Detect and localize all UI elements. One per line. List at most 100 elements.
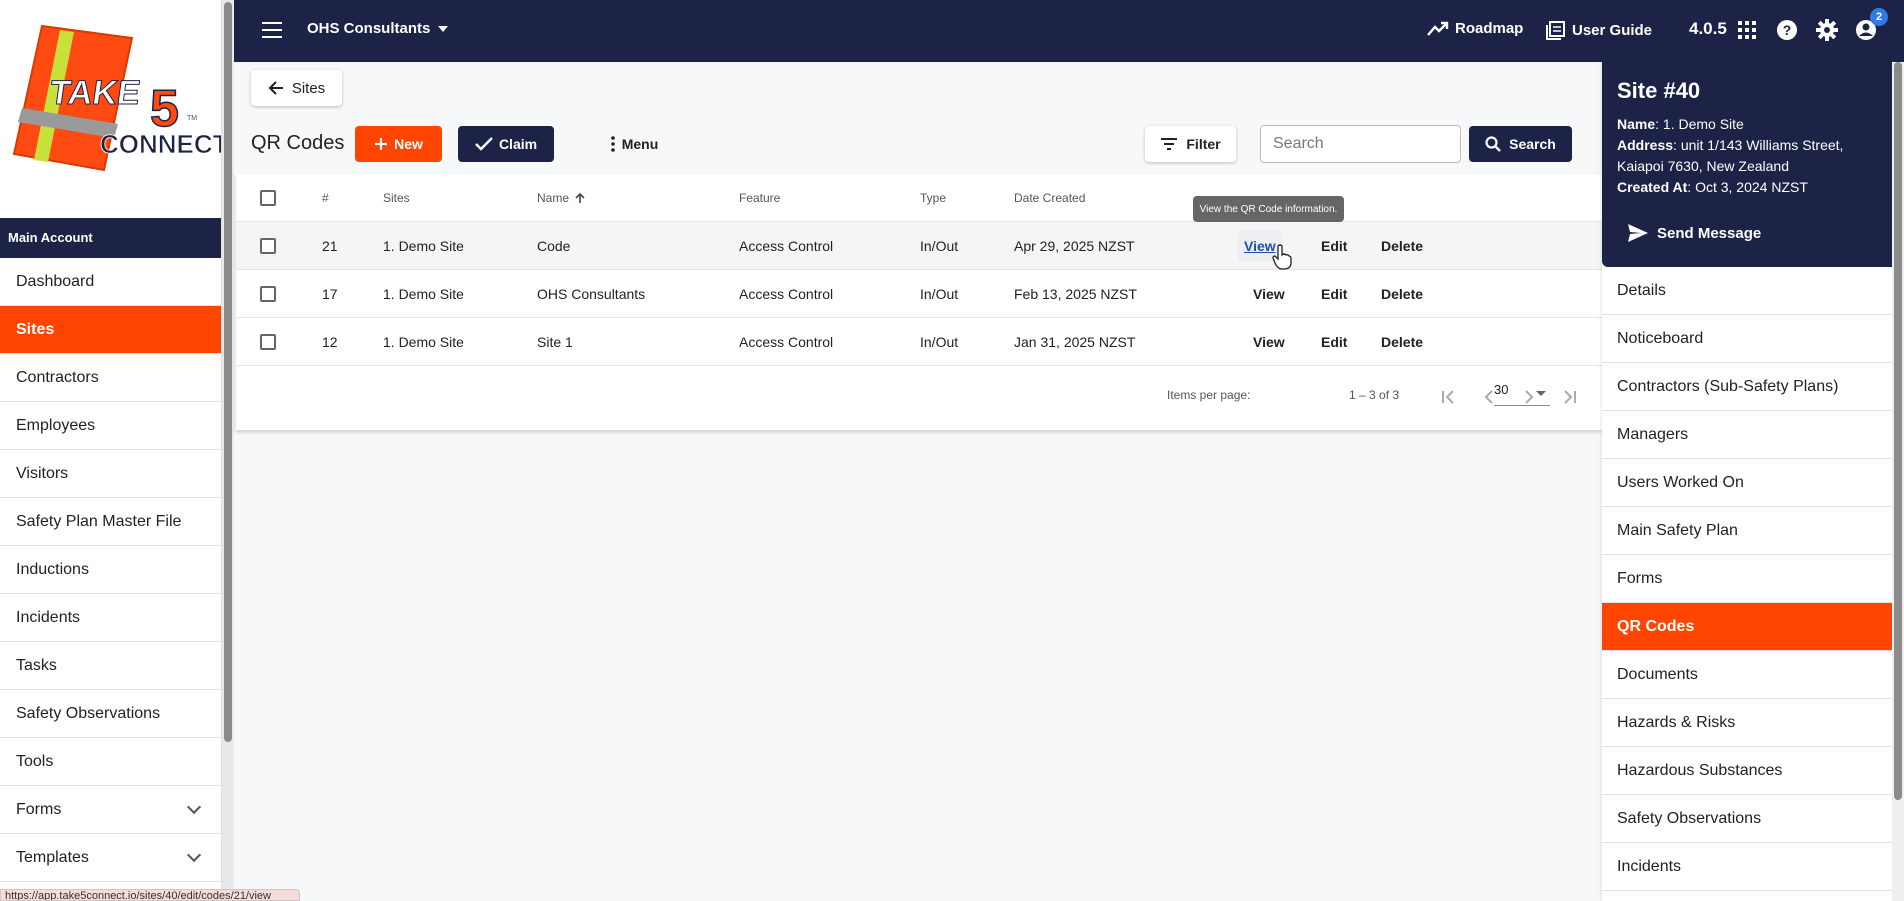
delete-button[interactable]: Delete (1381, 238, 1423, 254)
column-header-number[interactable]: # (322, 174, 329, 222)
sidebar-item-tasks[interactable]: Tasks (0, 642, 221, 690)
site-nav-incidents[interactable]: Incidents (1602, 843, 1892, 891)
table-row[interactable]: 12 1. Demo Site Site 1 Access Control In… (236, 318, 1602, 366)
site-nav-documents[interactable]: Documents (1602, 651, 1892, 699)
search-input[interactable] (1260, 125, 1461, 163)
site-nav-main-safety-plan[interactable]: Main Safety Plan (1602, 507, 1892, 555)
sidebar-item-safety-observations[interactable]: Safety Observations (0, 690, 221, 738)
sidebar-item-label: Inductions (16, 560, 89, 578)
last-page-icon[interactable] (1558, 386, 1580, 408)
edit-button[interactable]: Edit (1321, 334, 1347, 350)
org-selector[interactable]: OHS Consultants (307, 20, 449, 37)
apps-grid-icon[interactable] (1735, 18, 1759, 42)
sort-ascending-icon (575, 192, 585, 203)
column-header-type[interactable]: Type (920, 174, 946, 222)
row-date-created: Apr 29, 2025 NZST (1014, 238, 1135, 254)
row-number: 12 (322, 334, 338, 350)
site-nav-hazardous-substances[interactable]: Hazardous Substances (1602, 747, 1892, 795)
next-page-icon[interactable] (1518, 386, 1540, 408)
sidebar-scrollbar[interactable] (222, 0, 234, 901)
gear-icon[interactable] (1815, 18, 1839, 42)
row-number: 17 (322, 286, 338, 302)
sidebar-item-employees[interactable]: Employees (0, 402, 221, 450)
help-icon[interactable]: ? (1775, 18, 1799, 42)
site-nav-safety-observations[interactable]: Safety Observations (1602, 795, 1892, 843)
site-nav-managers[interactable]: Managers (1602, 411, 1892, 459)
row-checkbox[interactable] (260, 238, 276, 254)
site-nav-forms[interactable]: Forms (1602, 555, 1892, 603)
view-button[interactable]: View (1253, 334, 1285, 350)
filter-button[interactable]: Filter (1145, 126, 1236, 162)
site-name-label: Name (1617, 116, 1656, 132)
app-version: 4.0.5 (1689, 19, 1727, 38)
first-page-icon[interactable] (1438, 386, 1460, 408)
column-header-feature[interactable]: Feature (739, 174, 780, 222)
send-message-button[interactable]: Send Message (1617, 223, 1877, 243)
panel-scrollbar-thumb[interactable] (1894, 62, 1902, 800)
edit-button[interactable]: Edit (1321, 238, 1347, 254)
top-bar: OHS Consultants Roadmap User Guide 4.0.5… (234, 0, 1904, 62)
column-header-sites[interactable]: Sites (383, 174, 410, 222)
sidebar-item-tools[interactable]: Tools (0, 738, 221, 786)
row-site: 1. Demo Site (383, 334, 464, 350)
site-name-line: Name: 1. Demo Site (1617, 116, 1744, 132)
previous-page-icon[interactable] (1478, 386, 1500, 408)
sidebar-item-label: Tasks (16, 656, 57, 674)
chevron-down-icon (186, 799, 202, 814)
org-name: OHS Consultants (307, 20, 431, 37)
table-row[interactable]: 17 1. Demo Site OHS Consultants Access C… (236, 270, 1602, 318)
site-nav-hazards-risks[interactable]: Hazards & Risks (1602, 699, 1892, 747)
logo-graphic: TAKE 5 CONNECT TM (12, 24, 221, 172)
delete-button[interactable]: Delete (1381, 334, 1423, 350)
select-all-checkbox[interactable] (260, 190, 276, 206)
edit-button[interactable]: Edit (1321, 286, 1347, 302)
sidebar-item-forms[interactable]: Forms (0, 786, 221, 834)
arrow-left-icon (268, 81, 283, 95)
back-to-sites-button[interactable]: Sites (251, 70, 342, 106)
user-guide-label: User Guide (1572, 21, 1653, 39)
column-header-date-created[interactable]: Date Created (1014, 174, 1085, 222)
user-guide-link[interactable]: User Guide (1546, 20, 1652, 40)
take5-connect-logo[interactable]: TAKE 5 CONNECT TM (0, 0, 221, 218)
notification-badge: 2 (1870, 8, 1888, 26)
site-nav-users-worked-on[interactable]: Users Worked On (1602, 459, 1892, 507)
delete-button[interactable]: Delete (1381, 286, 1423, 302)
view-button[interactable]: View (1253, 286, 1285, 302)
site-nav-details[interactable]: Details (1602, 267, 1892, 315)
hamburger-menu-icon[interactable] (262, 22, 282, 38)
row-checkbox[interactable] (260, 334, 276, 350)
new-button[interactable]: New (355, 126, 442, 162)
site-title: Site #40 (1617, 78, 1701, 103)
search-button[interactable]: Search (1469, 126, 1572, 162)
panel-scrollbar[interactable] (1892, 62, 1904, 901)
sidebar-item-incidents[interactable]: Incidents (0, 594, 221, 642)
roadmap-label: Roadmap (1455, 20, 1524, 37)
sidebar-item-safety-plan-master-file[interactable]: Safety Plan Master File (0, 498, 221, 546)
sidebar-item-templates[interactable]: Templates (0, 834, 221, 882)
sidebar-item-inductions[interactable]: Inductions (0, 546, 221, 594)
svg-text:TAKE: TAKE (47, 74, 142, 112)
site-nav-qr-codes[interactable]: QR Codes (1602, 603, 1892, 651)
sidebar-item-sites[interactable]: Sites (0, 306, 221, 354)
menu-button[interactable]: Menu (594, 126, 674, 162)
sidebar-item-contractors[interactable]: Contractors (0, 354, 221, 402)
view-tooltip: View the QR Code information. (1193, 196, 1344, 222)
back-button-label: Sites (291, 79, 326, 97)
row-feature: Access Control (739, 334, 834, 350)
column-header-name[interactable]: Name (537, 174, 586, 222)
site-nav-noticeboard[interactable]: Noticeboard (1602, 315, 1892, 363)
site-nav-contractors[interactable]: Contractors (Sub-Safety Plans) (1602, 363, 1892, 411)
caret-down-icon (438, 26, 449, 33)
filter-button-label: Filter (1186, 136, 1221, 152)
sidebar-scrollbar-thumb[interactable] (224, 2, 232, 742)
sidebar-item-visitors[interactable]: Visitors (0, 450, 221, 498)
sidebar-item-label: Templates (16, 848, 89, 866)
send-message-label: Send Message (1657, 224, 1762, 242)
account-header: Main Account (0, 218, 221, 258)
table-row[interactable]: 21 1. Demo Site Code Access Control In/O… (236, 222, 1602, 270)
sidebar-item-label: Contractors (16, 368, 99, 386)
sidebar-item-dashboard[interactable]: Dashboard (0, 258, 221, 306)
claim-button[interactable]: Claim (458, 126, 554, 162)
row-checkbox[interactable] (260, 286, 276, 302)
roadmap-link[interactable]: Roadmap (1427, 20, 1523, 37)
